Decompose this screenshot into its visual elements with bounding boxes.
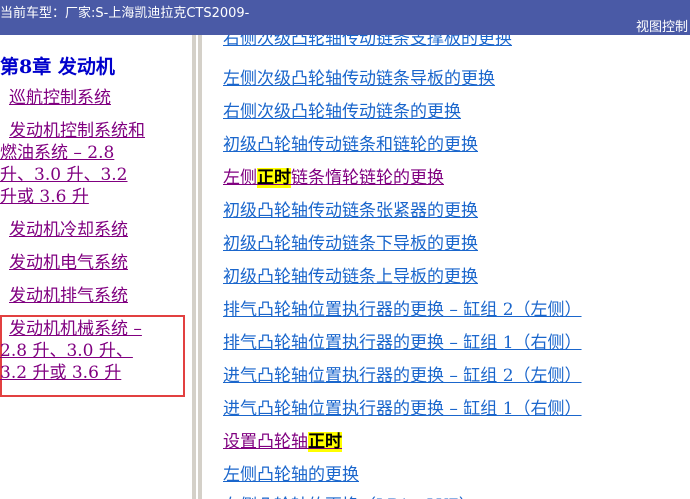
splitter-line (196, 35, 198, 499)
link-left-camshaft[interactable]: 左侧凸轮轴的更换 (223, 460, 359, 485)
link-primary-chain-and-sprocket[interactable]: 初级凸轮轴传动链条和链轮的更换 (223, 130, 478, 155)
content-pane: 右侧次级凸轮轴传动链条支撑板的更换 左侧次级凸轮轴传动链条导板的更换 右侧次级凸… (202, 35, 690, 499)
link-exhaust-actuator-bank2[interactable]: 排气凸轮轴位置执行器的更换 – 缸组 2（左侧） (223, 295, 582, 320)
title-bar: 当前车型：厂家:S-上海凯迪拉克CTS2009- 视图控制 (0, 0, 690, 35)
nav-item-line: 燃油系统 – 2.8 (0, 143, 115, 163)
nav-item-engine-cooling[interactable]: 发动机冷却系统 (9, 219, 128, 241)
search-highlight: 正时 (308, 432, 342, 452)
link-intake-actuator-bank1[interactable]: 进气凸轮轴位置执行器的更换 – 缸组 1（右侧） (223, 394, 582, 419)
link-left-timing-chain-idler-sprocket[interactable]: 左侧正时链条惰轮链轮的更换 (223, 163, 444, 188)
link-intake-actuator-bank2[interactable]: 进气凸轮轴位置执行器的更换 – 缸组 2（左侧） (223, 361, 582, 386)
search-highlight: 正时 (257, 168, 291, 188)
nav-item-engine-exhaust[interactable]: 发动机排气系统 (9, 285, 128, 307)
nav-item-line: 发动机排气系统 (9, 286, 128, 306)
link-right-secondary-chain-support-plate[interactable]: 右侧次级凸轮轴传动链条支撑板的更换 (223, 35, 512, 49)
nav-item-engine-electrical[interactable]: 发动机电气系统 (9, 252, 128, 274)
link-primary-chain-lower-guide[interactable]: 初级凸轮轴传动链条下导板的更换 (223, 229, 478, 254)
pane-splitter[interactable] (192, 35, 202, 499)
link-text: 设置凸轮轴 (223, 432, 308, 452)
link-text: 链条惰轮链轮的更换 (291, 168, 444, 188)
nav-item-line: 升或 3.6 升 (0, 187, 89, 207)
nav-item-line: 发动机冷却系统 (9, 220, 128, 240)
nav-item-engine-mechanical[interactable]: 发动机机械系统 – 2.8 升、3.0 升、 3.2 升或 3.6 升 (0, 318, 142, 384)
nav-item-line: 发动机控制系统和 (9, 121, 145, 141)
nav-item-engine-control-fuel[interactable]: 发动机控制系统和 燃油系统 – 2.8 升、3.0 升、3.2 升或 3.6 升 (0, 120, 145, 208)
link-set-camshaft-timing[interactable]: 设置凸轮轴正时 (223, 427, 342, 452)
link-primary-chain-tensioner[interactable]: 初级凸轮轴传动链条张紧器的更换 (223, 196, 478, 221)
nav-item-line: 发动机机械系统 – (9, 319, 142, 339)
link-primary-chain-upper-guide[interactable]: 初级凸轮轴传动链条上导板的更换 (223, 262, 478, 287)
link-left-secondary-chain-guide[interactable]: 左侧次级凸轮轴传动链条导板的更换 (223, 64, 495, 89)
navigation-pane: 第8章 发动机 巡航控制系统 发动机控制系统和 燃油系统 – 2.8 升、3.0… (0, 35, 192, 499)
link-right-camshaft[interactable]: 右侧凸轮轴的更换（LP1、LY7） (223, 491, 476, 499)
nav-item-line: 2.8 升、3.0 升、 (0, 341, 133, 361)
nav-item-cruise-control[interactable]: 巡航控制系统 (9, 87, 111, 109)
nav-item-line: 巡航控制系统 (9, 88, 111, 108)
current-car-model: 当前车型：厂家:S-上海凯迪拉克CTS2009- (0, 6, 250, 21)
nav-item-line: 升、3.0 升、3.2 (0, 165, 128, 185)
view-control-menu[interactable]: 视图控制 (636, 16, 688, 35)
nav-item-line: 3.2 升或 3.6 升 (0, 363, 122, 383)
link-text: 左侧 (223, 168, 257, 188)
nav-item-line: 发动机电气系统 (9, 253, 128, 273)
link-exhaust-actuator-bank1[interactable]: 排气凸轮轴位置执行器的更换 – 缸组 1（右侧） (223, 328, 582, 353)
chapter-title: 第8章 发动机 (0, 56, 115, 78)
link-right-secondary-chain[interactable]: 右侧次级凸轮轴传动链条的更换 (223, 97, 461, 122)
